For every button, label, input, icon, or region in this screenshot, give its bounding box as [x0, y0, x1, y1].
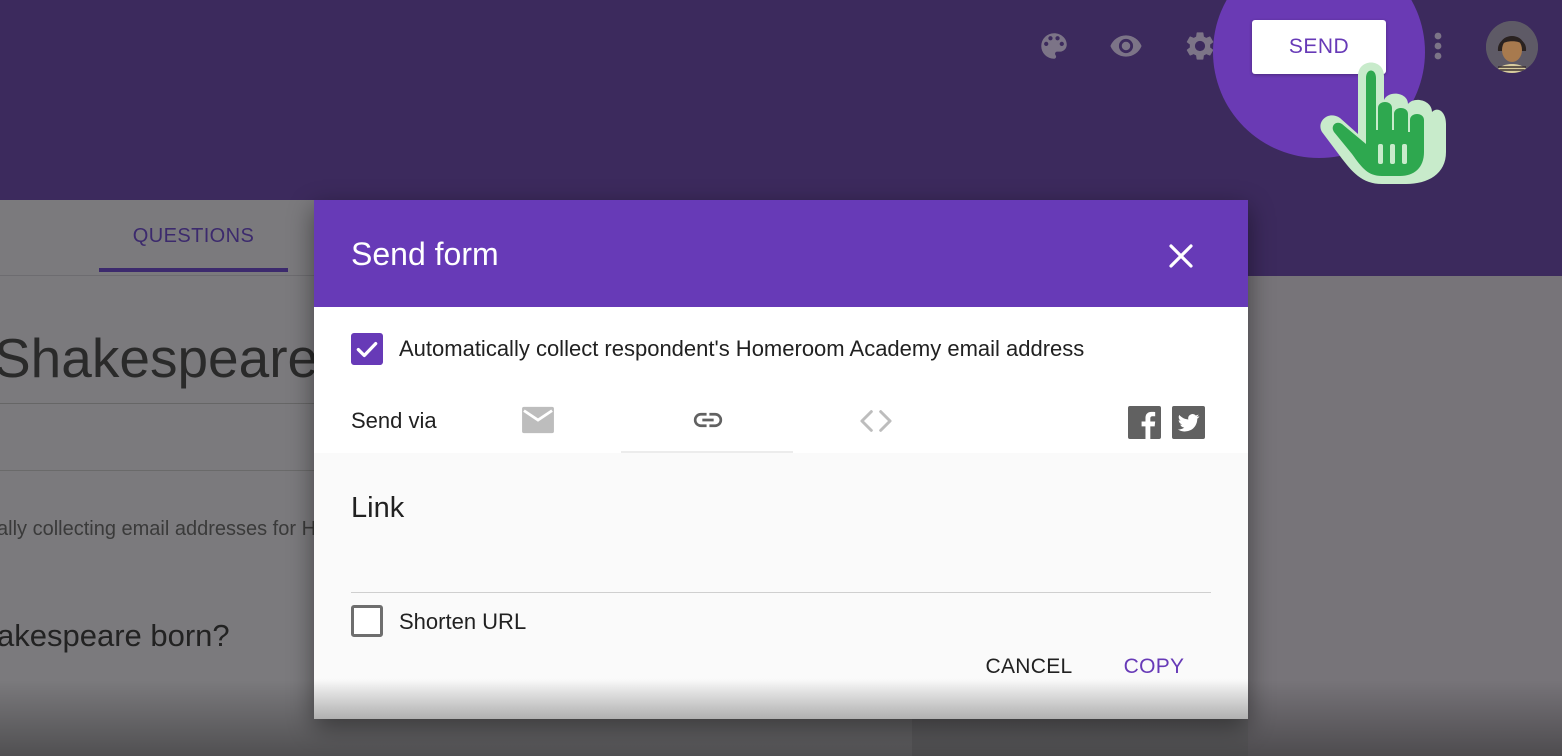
divider — [0, 403, 314, 404]
send-form-dialog: Send form Automatically collect responde… — [314, 200, 1248, 719]
email-collection-note: ally collecting email addresses for H — [0, 518, 317, 540]
link-tab-indicator — [621, 451, 793, 453]
cancel-button[interactable]: CANCEL — [978, 647, 1080, 687]
question-title[interactable]: akespeare born? — [0, 618, 230, 654]
dialog-title: Send form — [351, 236, 499, 272]
copy-button[interactable]: COPY — [1114, 647, 1194, 687]
dialog-options-band — [314, 307, 1248, 453]
collect-email-label: Automatically collect respondent's Homer… — [399, 336, 1085, 361]
embed-icon[interactable] — [856, 405, 896, 437]
dialog-bottom-fade — [314, 678, 1248, 719]
avatar[interactable] — [1486, 21, 1538, 73]
tab-questions[interactable]: QUESTIONS — [99, 200, 288, 273]
link-icon[interactable] — [688, 403, 728, 437]
palette-icon[interactable] — [1036, 28, 1072, 64]
link-field-underline — [351, 592, 1211, 593]
close-icon[interactable] — [1165, 240, 1197, 272]
tab-bar-right — [1248, 200, 1562, 276]
twitter-icon[interactable] — [1171, 405, 1205, 439]
shorten-url-label: Shorten URL — [399, 609, 527, 634]
divider — [0, 470, 314, 471]
hand-pointer-icon — [1318, 48, 1448, 188]
collect-email-checkbox[interactable] — [351, 333, 383, 365]
send-via-label: Send via — [351, 408, 437, 433]
tab-active-indicator — [99, 268, 288, 272]
email-icon[interactable] — [520, 404, 556, 436]
link-heading: Link — [351, 492, 405, 524]
shorten-url-checkbox[interactable] — [351, 605, 383, 637]
facebook-icon[interactable] — [1127, 405, 1161, 439]
eye-icon[interactable] — [1108, 28, 1144, 64]
link-url-field[interactable] — [351, 550, 1211, 590]
